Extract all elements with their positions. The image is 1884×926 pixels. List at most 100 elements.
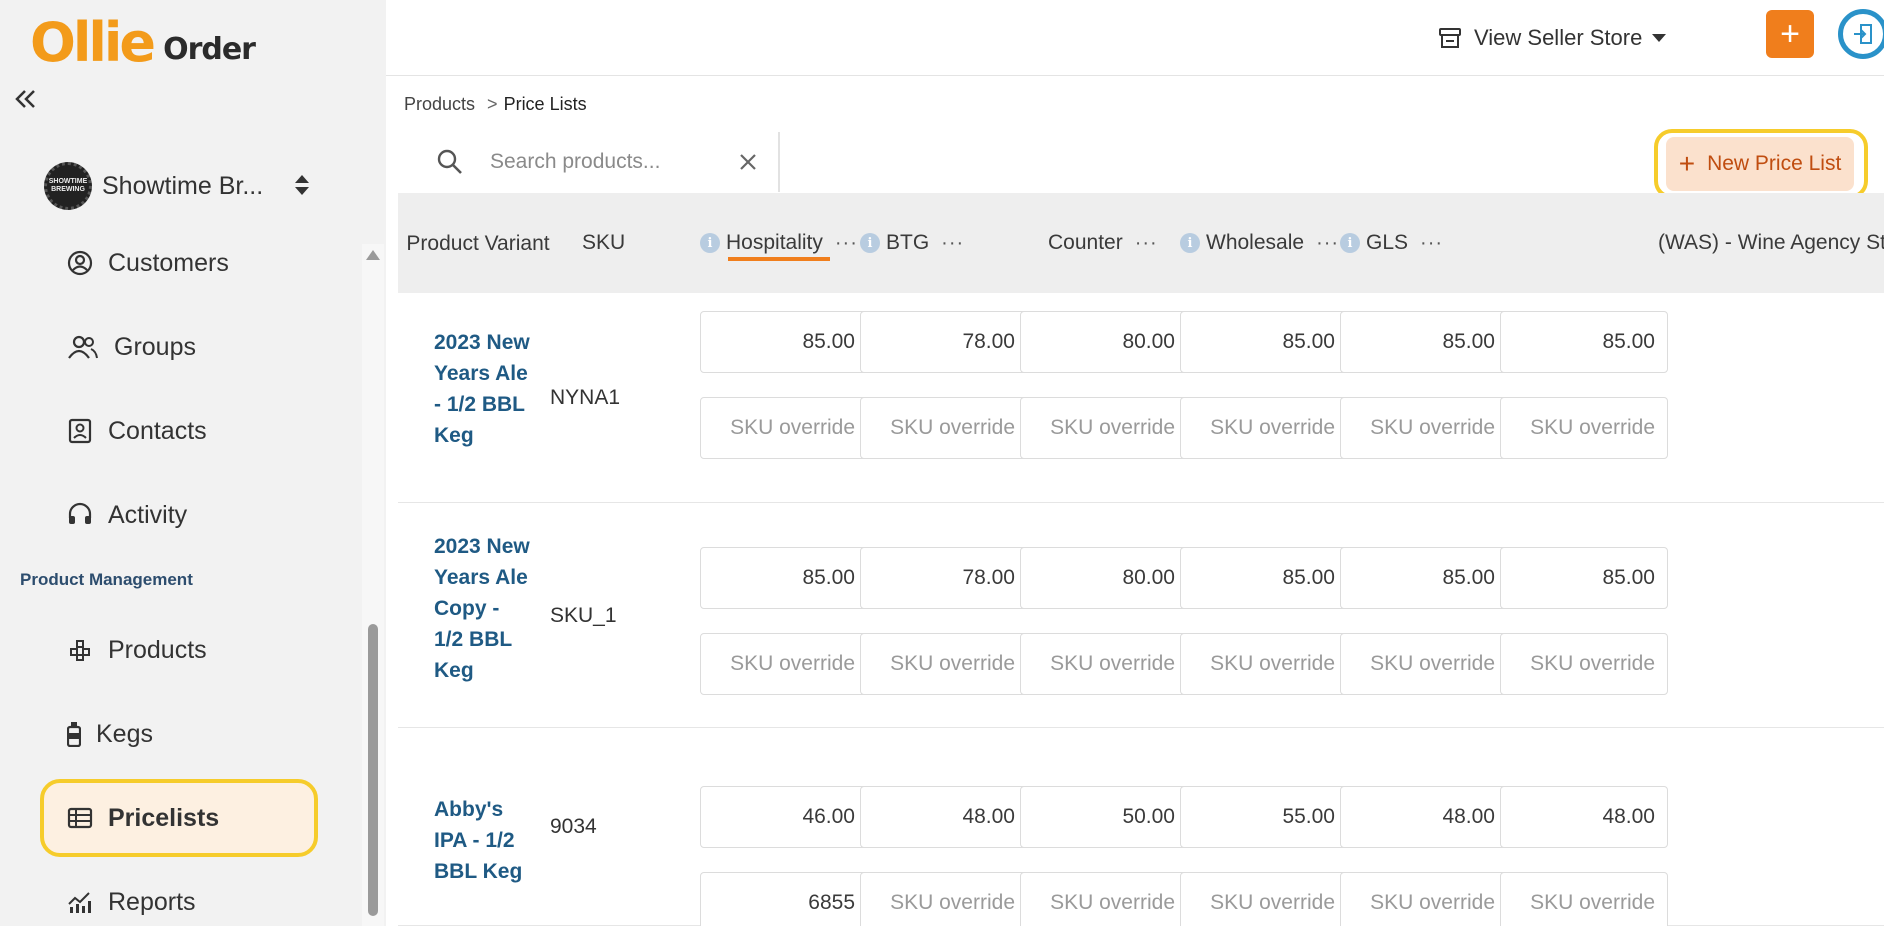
- sku-override-input[interactable]: [860, 633, 1028, 695]
- view-seller-store-button[interactable]: View Seller Store: [1438, 20, 1667, 56]
- sidebar-item-label: Activity: [108, 500, 188, 529]
- column-header-price-list[interactable]: Counter ···: [1048, 193, 1158, 293]
- search-bar: [398, 132, 780, 192]
- sidebar-item-contacts[interactable]: Contacts: [66, 403, 207, 459]
- column-header-price-list[interactable]: i GLS ···: [1340, 193, 1443, 293]
- price-input[interactable]: [1020, 786, 1188, 848]
- price-input[interactable]: [1180, 547, 1348, 609]
- sidebar-item-customers[interactable]: Customers: [66, 235, 229, 291]
- column-header-label: BTG: [886, 231, 930, 254]
- quick-add-button[interactable]: +: [1766, 10, 1814, 58]
- info-icon[interactable]: i: [860, 233, 880, 253]
- sidebar-item-activity[interactable]: Activity: [66, 487, 187, 543]
- sku-override-input[interactable]: [1340, 872, 1508, 926]
- close-icon[interactable]: [736, 150, 760, 174]
- price-input[interactable]: [860, 311, 1028, 373]
- breadcrumb-current: Price Lists: [503, 94, 587, 114]
- boxes-icon: [66, 636, 94, 664]
- column-menu-icon[interactable]: ···: [1135, 232, 1158, 255]
- sidebar-item-reports[interactable]: Reports: [66, 874, 196, 926]
- price-input[interactable]: [1340, 786, 1508, 848]
- logo-sub-text: Order: [163, 32, 256, 67]
- sku-override-input[interactable]: [1500, 872, 1668, 926]
- sidebar-item-kegs[interactable]: Kegs: [66, 706, 153, 762]
- sidebar-item-label: Pricelists: [108, 803, 220, 832]
- product-variant-link[interactable]: 2023 New Years Ale - 1/2 BBL Keg: [434, 327, 534, 451]
- breadcrumb-separator: >: [487, 94, 498, 114]
- scroll-up-arrow-icon[interactable]: [366, 250, 380, 260]
- info-icon[interactable]: i: [700, 233, 720, 253]
- column-menu-icon[interactable]: ···: [1316, 232, 1339, 255]
- sidebar-item-groups[interactable]: Groups: [66, 319, 196, 375]
- info-icon[interactable]: i: [1340, 233, 1360, 253]
- column-header-price-list[interactable]: i BTG ···: [860, 193, 964, 293]
- sku-override-input[interactable]: [1340, 633, 1508, 695]
- sku-override-input[interactable]: [1180, 397, 1348, 459]
- sku-override-input[interactable]: [1020, 872, 1188, 926]
- sort-arrows-icon: [292, 172, 312, 198]
- table-row: 2023 New Years Ale Copy - 1/2 BBL Keg SKU…: [398, 503, 1884, 728]
- new-price-list-button[interactable]: + New Price List: [1666, 137, 1854, 191]
- price-input[interactable]: [860, 547, 1028, 609]
- price-input[interactable]: [1180, 311, 1348, 373]
- column-header-price-list[interactable]: (WAS) - Wine Agency St: [1658, 193, 1884, 293]
- price-input[interactable]: [700, 311, 868, 373]
- sku-value: SKU_1: [550, 603, 617, 627]
- column-header-sku[interactable]: SKU: [582, 193, 642, 293]
- column-header-label: (WAS) - Wine Agency St: [1658, 231, 1884, 254]
- column-menu-icon[interactable]: ···: [1420, 232, 1443, 255]
- column-menu-icon[interactable]: ···: [835, 232, 858, 255]
- store-avatar-text: SHOWTIME BREWING: [48, 178, 88, 193]
- sku-override-input[interactable]: [860, 397, 1028, 459]
- sku-override-input[interactable]: [700, 872, 868, 926]
- search-icon: [437, 149, 462, 174]
- store-switcher[interactable]: SHOWTIME BREWING Showtime Br...: [44, 160, 324, 212]
- sku-override-input[interactable]: [700, 397, 868, 459]
- product-variant-link[interactable]: Abby's IPA - 1/2 BBL Keg: [434, 794, 534, 887]
- active-column-underline: [728, 257, 830, 261]
- sku-override-input[interactable]: [700, 633, 868, 695]
- price-input[interactable]: [1340, 547, 1508, 609]
- sku-override-input[interactable]: [1500, 633, 1668, 695]
- search-input[interactable]: [490, 144, 720, 180]
- view-seller-store-label: View Seller Store: [1474, 25, 1643, 50]
- column-menu-icon[interactable]: ···: [941, 232, 964, 255]
- section-label-product-management: Product Management: [20, 570, 193, 589]
- sign-in-icon: [1854, 24, 1872, 44]
- product-variant-link[interactable]: 2023 New Years Ale Copy - 1/2 BBL Keg: [434, 531, 534, 686]
- sku-override-input[interactable]: [1180, 633, 1348, 695]
- price-input[interactable]: [1020, 311, 1188, 373]
- table-header: Product Variant SKU i Hospitality ··· i BTG ·…: [398, 193, 1884, 293]
- user-avatar[interactable]: [1838, 9, 1884, 59]
- price-input[interactable]: [1500, 786, 1668, 848]
- price-input[interactable]: [1020, 547, 1188, 609]
- breadcrumb-products-link[interactable]: Products: [404, 94, 475, 115]
- info-icon[interactable]: i: [1180, 233, 1200, 253]
- top-bar: View Seller Store +: [386, 0, 1884, 76]
- price-input[interactable]: [1340, 311, 1508, 373]
- price-input[interactable]: [1500, 547, 1668, 609]
- sku-override-input[interactable]: [1500, 397, 1668, 459]
- collapse-sidebar-button[interactable]: [10, 84, 40, 114]
- sku-override-input[interactable]: [1340, 397, 1508, 459]
- column-header-price-list[interactable]: i Wholesale ···: [1180, 193, 1339, 293]
- sidebar-scroll-thumb[interactable]: [368, 624, 378, 916]
- column-header-label: Counter: [1048, 231, 1123, 254]
- price-input[interactable]: [700, 786, 868, 848]
- app-logo[interactable]: Ollie Order: [30, 16, 256, 70]
- sku-override-input[interactable]: [1180, 872, 1348, 926]
- column-header-price-list[interactable]: i Hospitality ···: [700, 193, 858, 293]
- plus-icon: +: [1678, 148, 1696, 179]
- price-input[interactable]: [1180, 786, 1348, 848]
- store-avatar: SHOWTIME BREWING: [44, 162, 92, 210]
- sidebar-item-products[interactable]: Products: [66, 622, 207, 678]
- price-input[interactable]: [1500, 311, 1668, 373]
- column-header-product-variant[interactable]: Product Variant: [406, 193, 549, 293]
- table-row: 2023 New Years Ale - 1/2 BBL Keg NYNA1: [398, 293, 1884, 503]
- price-input[interactable]: [860, 786, 1028, 848]
- sidebar-item-pricelists[interactable]: Pricelists: [66, 790, 219, 846]
- sku-override-input[interactable]: [860, 872, 1028, 926]
- price-input[interactable]: [700, 547, 868, 609]
- sku-override-input[interactable]: [1020, 633, 1188, 695]
- sku-override-input[interactable]: [1020, 397, 1188, 459]
